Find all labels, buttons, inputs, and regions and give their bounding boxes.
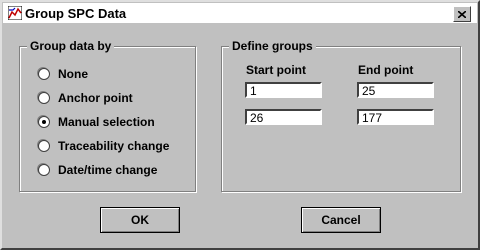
radio-button[interactable] (38, 116, 50, 128)
end-point-label: End point (358, 63, 414, 77)
radio-button[interactable] (38, 92, 50, 104)
radio-none[interactable]: None (38, 67, 88, 81)
radio-label: None (58, 67, 88, 81)
define-groups-title: Define groups (229, 39, 316, 53)
radio-button[interactable] (38, 164, 50, 176)
radio-label: Traceability change (58, 139, 170, 153)
group-data-by-box: Group data by None Anchor point Manual s… (19, 39, 196, 192)
radio-date-time-change[interactable]: Date/time change (38, 163, 157, 177)
group-data-by-title: Group data by (27, 39, 115, 53)
radio-label: Manual selection (58, 115, 155, 129)
cancel-button[interactable]: Cancel (301, 207, 381, 233)
close-button[interactable] (453, 6, 471, 22)
radio-label: Date/time change (58, 163, 158, 177)
radio-manual-selection[interactable]: Manual selection (38, 115, 155, 129)
ok-button[interactable]: OK (100, 207, 180, 233)
start-point-input-1[interactable]: 1 (245, 82, 322, 98)
close-icon (458, 10, 466, 18)
radio-label: Anchor point (58, 91, 133, 105)
radio-anchor-point[interactable]: Anchor point (38, 91, 133, 105)
end-point-input-1[interactable]: 25 (357, 82, 434, 98)
group-spc-dialog: Group SPC Data Group data by None Anchor… (0, 0, 480, 250)
start-point-label: Start point (246, 63, 306, 77)
end-point-input-2[interactable]: 177 (357, 109, 434, 125)
title-bar[interactable]: Group SPC Data (3, 3, 477, 23)
define-groups-box: Define groups Start point End point 1 25… (221, 39, 461, 192)
start-point-input-2[interactable]: 26 (245, 109, 322, 125)
radio-button[interactable] (38, 68, 50, 80)
window-title: Group SPC Data (25, 6, 127, 21)
app-icon (8, 6, 22, 20)
radio-traceability-change[interactable]: Traceability change (38, 139, 169, 153)
radio-button[interactable] (38, 140, 50, 152)
